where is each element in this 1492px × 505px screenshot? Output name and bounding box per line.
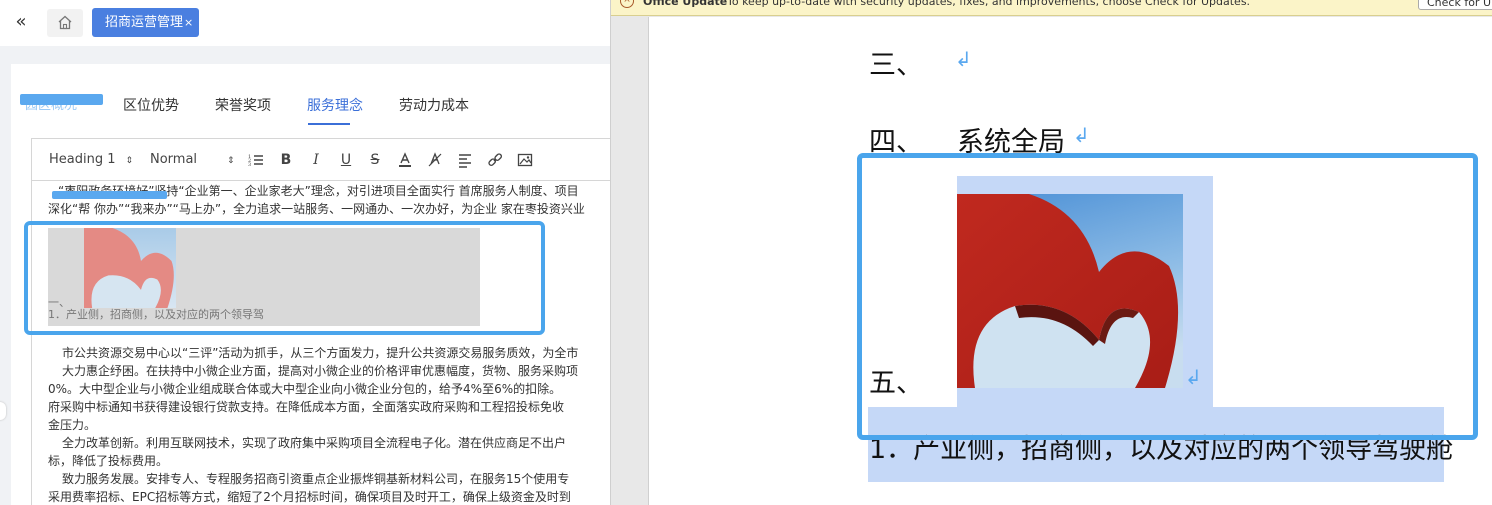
admin-app: « 招商运营管理× 园区概况 区位优势 荣誉奖项 服务理念 劳动力成本 Head… (0, 0, 610, 505)
collapse-sidebar-button[interactable]: « (10, 11, 32, 33)
document-page[interactable]: 三、 ↲ 四、 系统全局 ↲ 五、 ↲ 1．产业侧，招商侧，以及对应的两个领导驾… (648, 17, 1492, 505)
select-arrow-icon: ⇕ (227, 156, 235, 166)
paragraph: 0%。大中型企业与小微企业组成联合体或大中型企业向小微企业分包的，给予4%至6%… (48, 382, 562, 396)
heading-select[interactable]: Heading 1 ⇕ (49, 152, 133, 167)
paragraph: 金压力。 (48, 418, 97, 432)
clear-format-icon[interactable] (427, 152, 443, 168)
active-tab-indicator (308, 123, 350, 125)
tab-location-advantage[interactable]: 区位优势 (123, 95, 179, 115)
paragraph: 采用费率招标、EPC招标等方式，缩短了2个月招标时间，确保项目及时开工，确保上级… (48, 490, 571, 504)
paragraph-mark-icon: ↲ (1073, 123, 1090, 147)
strike-icon[interactable]: S (367, 152, 383, 168)
tab-honors-awards[interactable]: 荣誉奖项 (215, 95, 271, 115)
select-arrow-icon: ⇕ (125, 156, 134, 166)
svg-text:3: 3 (248, 162, 251, 168)
editor-toolbar: Heading 1 ⇕ Normal ⇕ 123 B I U S (32, 139, 610, 181)
annotation-frame (857, 153, 1478, 440)
heading-select-value: Heading 1 (49, 152, 116, 167)
home-icon (58, 15, 72, 30)
top-bar: « 招商运营管理× (0, 0, 610, 46)
word-window: × Office Update To keep up-to-date with … (610, 0, 1492, 505)
intro-line-2: 深化“帮 你办”“我来办”“马上办”，全力追求一站服务、一网通办、一次办好，为企… (48, 202, 585, 216)
paragraph: 市公共资源交易中心以“三评”活动为抓手，从三个方面发力，提升公共资源交易服务质效… (62, 346, 579, 360)
message-title: Office Update (643, 0, 728, 8)
home-button[interactable] (47, 9, 83, 37)
annotation-highlight (52, 191, 167, 199)
check-for-updates-button[interactable]: Check for U (1418, 0, 1492, 10)
font-color-icon[interactable] (397, 152, 413, 168)
paragraph: 府采购中标通知书获得建设银行贷款支持。在降低成本方面，全面落实政府采购和工程招投… (48, 400, 565, 414)
close-circle-icon[interactable]: × (620, 0, 634, 8)
annotation-highlight (20, 94, 103, 105)
tag-active-page[interactable]: 招商运营管理× (92, 8, 200, 37)
scroll-handle[interactable] (0, 402, 6, 420)
tab-bar: 园区概况 区位优势 荣誉奖项 服务理念 劳动力成本 (11, 64, 610, 126)
underline-icon[interactable]: U (338, 152, 354, 168)
paragraph: 全力改革创新。利用互联网技术，实现了政府集中采购项目全流程电子化。潜在供应商足不… (62, 436, 567, 450)
tab-service-concept[interactable]: 服务理念 (307, 95, 363, 115)
italic-icon[interactable]: I (308, 152, 324, 168)
size-select-value: Normal (150, 152, 198, 167)
bold-icon[interactable]: B (278, 152, 294, 168)
image-icon[interactable] (517, 152, 533, 168)
annotation-frame (24, 221, 545, 335)
size-select[interactable]: Normal ⇕ (150, 152, 235, 167)
ordered-list-icon[interactable]: 123 (248, 152, 264, 168)
message-text: To keep up-to-date with security updates… (727, 0, 1251, 8)
message-bar: × Office Update To keep up-to-date with … (611, 0, 1492, 16)
tag-close-icon[interactable]: × (184, 16, 193, 29)
heading-three: 三、 (869, 50, 923, 81)
paragraph: 标，降低了投标费用。 (48, 454, 169, 468)
paragraph: 致力服务发展。安排专人、专程服务招商引资重点企业振烨铜基新材料公司，在服务15个… (62, 472, 570, 486)
tab-labor-cost[interactable]: 劳动力成本 (399, 95, 469, 115)
paragraph-mark-icon: ↲ (955, 47, 972, 71)
paragraph: 大力惠企纾困。在扶持中小微企业方面，提高对小微企业的价格评审优惠幅度，货物、服务… (62, 364, 579, 378)
link-icon[interactable] (487, 152, 503, 168)
align-icon[interactable] (457, 152, 473, 168)
tag-label: 招商运营管理 (105, 15, 184, 30)
